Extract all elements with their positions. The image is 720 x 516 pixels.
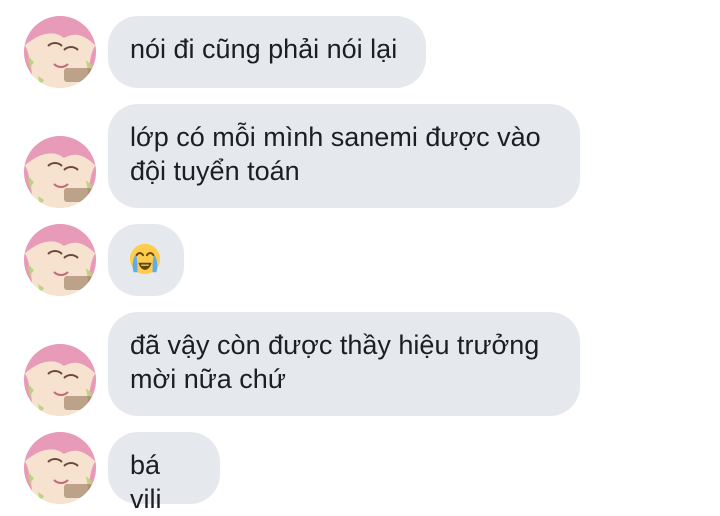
- message-bubble[interactable]: bá vili: [108, 432, 220, 514]
- message-row: [0, 224, 720, 296]
- message-text: nói đi cũng phải nói lại: [130, 34, 398, 64]
- message-bubble[interactable]: lớp có mỗi mình sanemi được vào đội tuyể…: [108, 104, 580, 208]
- avatar-image: [24, 344, 96, 416]
- chat-thread: nói đi cũng phải nói lại lớp có mỗi mình…: [0, 0, 720, 516]
- message-row: nói đi cũng phải nói lại: [0, 16, 720, 88]
- message-row: bá vili: [0, 432, 720, 514]
- message-bubble[interactable]: nói đi cũng phải nói lại: [108, 16, 426, 88]
- avatar[interactable]: [24, 224, 96, 296]
- avatar-image: [24, 136, 96, 208]
- avatar[interactable]: [24, 16, 96, 88]
- message-text: đã vậy còn được thầy hiệu trưởng mời nữa…: [130, 330, 540, 394]
- avatar[interactable]: [24, 136, 96, 208]
- avatar[interactable]: [24, 344, 96, 416]
- message-text: bá vili: [130, 450, 162, 514]
- avatar[interactable]: [24, 432, 96, 504]
- avatar-image: [24, 16, 96, 88]
- message-row: lớp có mỗi mình sanemi được vào đội tuyể…: [0, 104, 720, 208]
- message-row: đã vậy còn được thầy hiệu trưởng mời nữa…: [0, 312, 720, 416]
- loudly-crying-face-emoji-icon: [129, 243, 161, 275]
- message-text: lớp có mỗi mình sanemi được vào đội tuyể…: [130, 122, 541, 186]
- avatar-image: [24, 224, 96, 296]
- avatar-image: [24, 432, 96, 504]
- message-bubble[interactable]: đã vậy còn được thầy hiệu trưởng mời nữa…: [108, 312, 580, 416]
- message-bubble[interactable]: [108, 224, 184, 296]
